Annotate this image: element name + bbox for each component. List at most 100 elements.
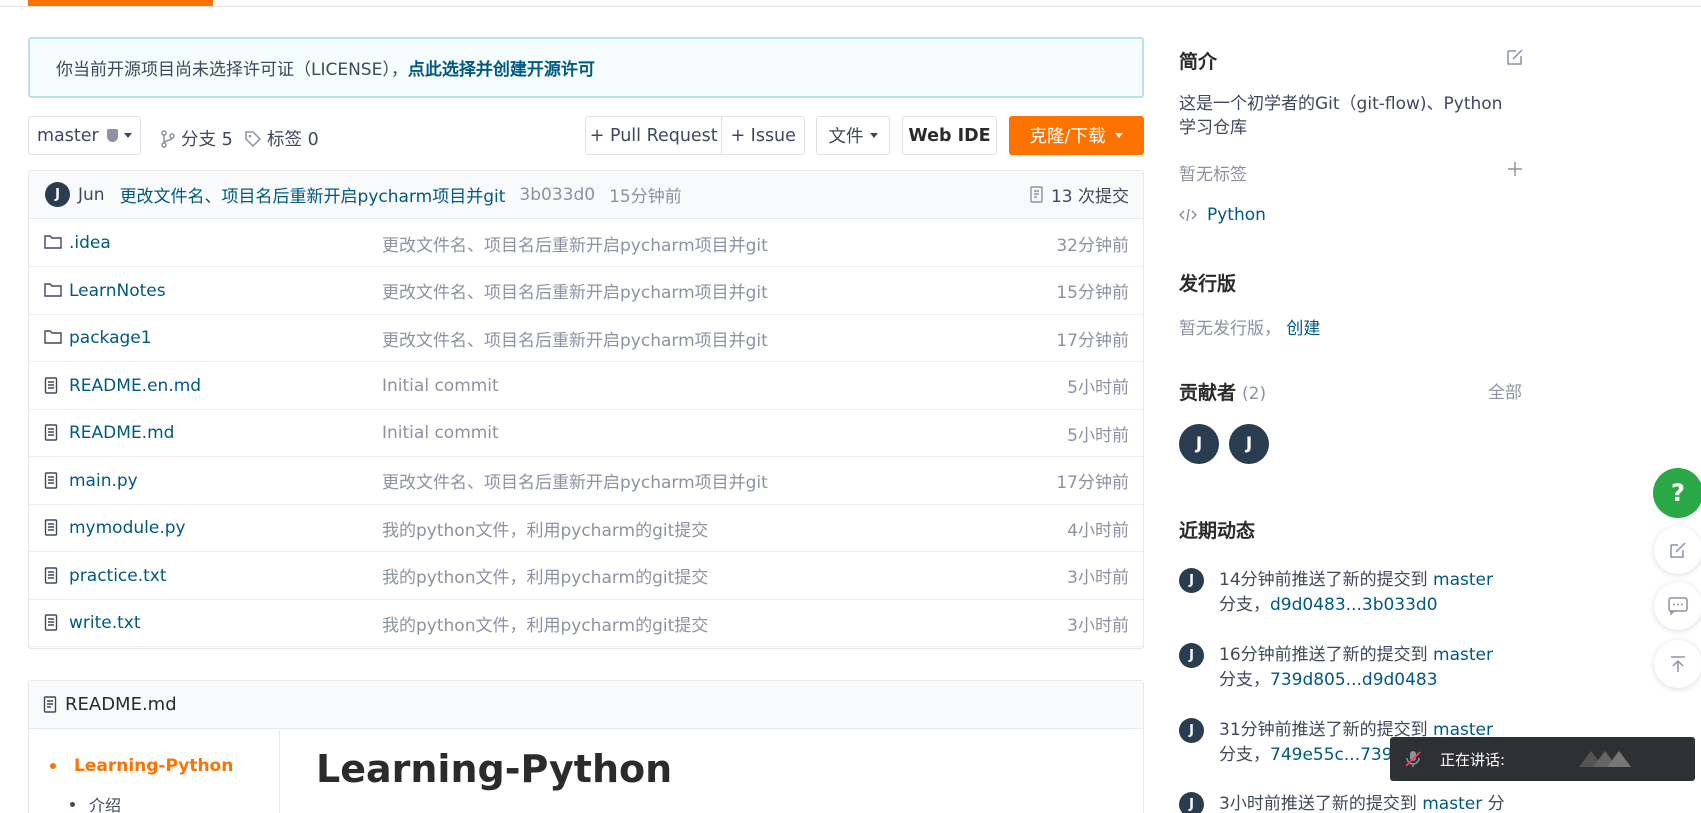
tags-link[interactable]: 标签 0 [244, 126, 319, 151]
avatar[interactable]: J [1179, 792, 1204, 813]
activity-text: 3小时前推送了新的提交到 [1219, 794, 1417, 813]
intro-heading: 简介 [1179, 51, 1218, 73]
tag-icon [245, 130, 262, 147]
avatar[interactable]: J [1179, 718, 1204, 743]
file-icon [44, 471, 58, 489]
file-icon [44, 566, 58, 584]
toc-item[interactable]: Learning-Python [50, 756, 233, 776]
file-commit-time: 5小时前 [1067, 425, 1129, 446]
file-name-link[interactable]: write.txt [69, 613, 141, 633]
new-issue-button[interactable]: + Issue [722, 116, 805, 155]
file-menu-button[interactable]: 文件 [816, 116, 890, 155]
activity-branch-link[interactable]: master [1422, 794, 1482, 813]
activity-heading: 近期动态 [1179, 520, 1256, 542]
branch-selector[interactable]: master [28, 116, 141, 155]
activity-branch-link[interactable]: master [1433, 570, 1493, 590]
table-row[interactable]: practice.txt 我的python文件，利用pycharm的git提交 3小… [29, 553, 1143, 600]
new-pull-request-button[interactable]: + Pull Request [585, 116, 723, 155]
back-to-top-button[interactable] [1654, 640, 1701, 688]
file-name-link[interactable]: .idea [69, 233, 111, 253]
pr-issue-group: + Pull Request + Issue [585, 116, 805, 155]
table-row[interactable]: package1 更改文件名、项目名后重新开启pycharm项目并git 17分钟前 [29, 315, 1143, 362]
table-row[interactable]: write.txt 我的python文件，利用pycharm的git提交 3小时前 [29, 600, 1143, 647]
license-banner: 你当前开源项目尚未选择许可证（LICENSE）， 点此选择并创建开源许可 [28, 37, 1144, 98]
toc-item[interactable]: 介绍 [70, 792, 121, 813]
commit-count: 13 次提交 [1050, 187, 1129, 207]
mic-muted-icon [1405, 751, 1421, 767]
file-commit-message[interactable]: 我的python文件，利用pycharm的git提交 [382, 563, 708, 588]
web-ide-button[interactable]: Web IDE [902, 116, 997, 155]
file-commit-time: 3小时前 [1067, 568, 1129, 588]
file-commit-message[interactable]: Initial commit [382, 376, 499, 396]
releases-heading: 发行版 [1179, 273, 1237, 295]
arrow-up-icon [1671, 656, 1685, 672]
readme-filename: README.md [65, 694, 177, 715]
commit-message[interactable]: 更改文件名、项目名后重新开启pycharm项目并git [120, 182, 506, 207]
file-name-link[interactable]: LearnNotes [69, 281, 166, 301]
file-name-link[interactable]: package1 [69, 328, 152, 348]
table-row[interactable]: LearnNotes 更改文件名、项目名后重新开启pycharm项目并git 15分… [29, 268, 1143, 315]
language-item[interactable]: Python [1179, 205, 1266, 225]
commit-count-link[interactable]: 13 次提交 [1029, 182, 1129, 207]
comment-button[interactable] [1654, 582, 1701, 630]
file-commit-message[interactable]: 我的python文件，利用pycharm的git提交 [382, 516, 708, 541]
file-name-link[interactable]: practice.txt [69, 566, 167, 586]
file-commit-message[interactable]: 更改文件名、项目名后重新开启pycharm项目并git [382, 468, 768, 493]
avatar[interactable]: J [1179, 424, 1219, 464]
table-row[interactable]: .idea 更改文件名、项目名后重新开启pycharm项目并git 32分钟前 [29, 220, 1143, 267]
toc-item-label: 介绍 [89, 796, 122, 813]
file-commit-message[interactable]: 更改文件名、项目名后重新开启pycharm项目并git [382, 326, 768, 351]
file-name-link[interactable]: README.en.md [69, 376, 201, 396]
file-name-link[interactable]: README.md [69, 423, 174, 443]
folder-icon [44, 234, 62, 255]
file-commit-message[interactable]: 更改文件名、项目名后重新开启pycharm项目并git [382, 278, 768, 303]
avatar[interactable]: J [45, 182, 70, 207]
avatar[interactable]: J [1179, 568, 1204, 593]
commit-hash[interactable]: 3b033d0 [519, 185, 595, 205]
file-name-link[interactable]: mymodule.py [69, 518, 186, 538]
clone-download-button[interactable]: 克隆/下载 [1009, 116, 1144, 155]
table-row[interactable]: README.en.md Initial commit 5小时前 [29, 363, 1143, 410]
feedback-button[interactable] [1654, 526, 1701, 574]
active-tab-indicator [28, 0, 213, 6]
file-name-link[interactable]: main.py [69, 471, 138, 491]
add-tag-icon[interactable] [1507, 161, 1523, 177]
activity-range-link[interactable]: 739d805...d9d0483 [1270, 670, 1438, 690]
file-icon [44, 519, 58, 536]
toc-item-label: Learning-Python [74, 756, 234, 776]
avatar[interactable]: J [1229, 424, 1269, 464]
file-icon [44, 519, 59, 541]
file-commit-message[interactable]: 更改文件名、项目名后重新开启pycharm项目并git [382, 231, 768, 256]
contributors-title: 贡献者 [1179, 382, 1237, 404]
commit-author[interactable]: Jun [78, 185, 105, 205]
avatar[interactable]: J [1179, 643, 1204, 668]
edit-icon[interactable] [1505, 47, 1525, 67]
activity-text: 16分钟前推送了新的提交到 [1219, 645, 1428, 665]
folder-icon [44, 329, 62, 350]
edit-icon [1670, 542, 1686, 558]
file-icon [44, 566, 59, 589]
branches-link[interactable]: 分支 5 [160, 126, 233, 151]
chevron-down-icon [869, 133, 878, 138]
table-row[interactable]: README.md Initial commit 5小时前 [29, 410, 1143, 457]
branch-icon [161, 129, 175, 148]
license-create-link[interactable]: 点此选择并创建开源许可 [408, 55, 595, 80]
file-menu-label: 文件 [828, 127, 864, 147]
activity-branch-link[interactable]: master [1433, 645, 1493, 665]
branch-name: master [37, 125, 99, 146]
table-row[interactable]: main.py 更改文件名、项目名后重新开启pycharm项目并git 17分钟前 [29, 458, 1143, 505]
bullet-icon [50, 763, 56, 769]
repo-description: 这是一个初学者的Git（git-flow)、Python学习仓库 [1179, 94, 1503, 138]
file-commit-message[interactable]: Initial commit [382, 423, 499, 443]
table-row[interactable]: mymodule.py 我的python文件，利用pycharm的git提交 4小时… [29, 505, 1143, 552]
folder-icon [44, 330, 62, 344]
speaker-avatars-icon [1579, 751, 1632, 767]
create-release-link[interactable]: 创建 [1286, 319, 1320, 339]
language-label: Python [1207, 205, 1266, 225]
top-divider [0, 6, 1701, 7]
activity-item: J 14分钟前推送了新的提交到 master 分支，d9d0483...3b03… [1179, 568, 1509, 618]
activity-range-link[interactable]: d9d0483...3b033d0 [1270, 595, 1438, 615]
file-commit-message[interactable]: 我的python文件，利用pycharm的git提交 [382, 611, 708, 636]
help-button[interactable]: ? [1653, 468, 1701, 518]
all-contributors-link[interactable]: 全部 [1488, 378, 1522, 403]
